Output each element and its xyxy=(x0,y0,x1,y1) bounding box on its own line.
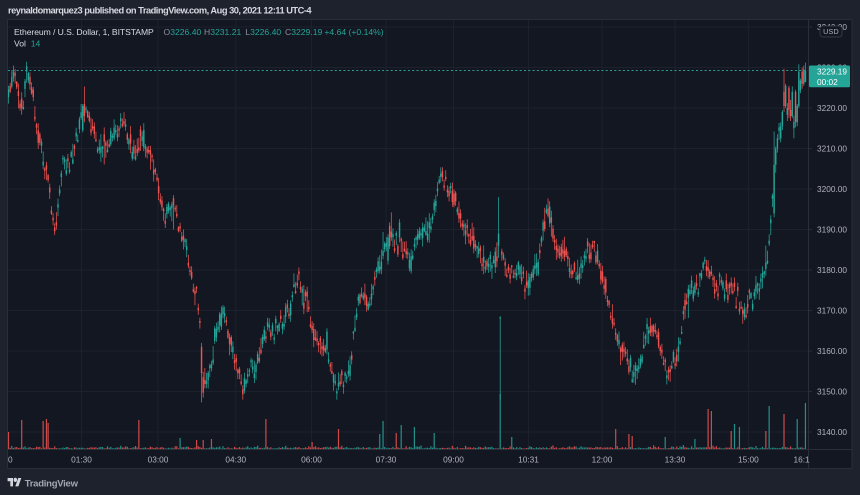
svg-text:13:30: 13:30 xyxy=(665,454,686,464)
svg-text:16:1: 16:1 xyxy=(794,454,811,464)
svg-text:+4.64 (+0.14%): +4.64 (+0.14%) xyxy=(324,27,383,37)
svg-text:C3229.19: C3229.19 xyxy=(285,27,323,37)
svg-text:3160.00: 3160.00 xyxy=(817,346,847,356)
svg-text:L3226.40: L3226.40 xyxy=(245,27,281,37)
svg-text:0: 0 xyxy=(8,454,13,464)
svg-text:H3231.21: H3231.21 xyxy=(204,27,242,37)
svg-text:01:30: 01:30 xyxy=(71,454,92,464)
svg-text:12:00: 12:00 xyxy=(592,454,613,464)
svg-text:3140.00: 3140.00 xyxy=(817,427,847,437)
svg-text:06:00: 06:00 xyxy=(301,454,322,464)
svg-text:14: 14 xyxy=(31,39,41,49)
svg-text:TradingView: TradingView xyxy=(25,478,79,489)
svg-text:3220.00: 3220.00 xyxy=(817,103,847,113)
svg-text:3170.00: 3170.00 xyxy=(817,305,847,315)
svg-text:07:30: 07:30 xyxy=(376,454,397,464)
svg-text:10:31: 10:31 xyxy=(518,454,539,464)
svg-text:15:00: 15:00 xyxy=(738,454,759,464)
svg-text:O3226.40: O3226.40 xyxy=(164,27,202,37)
svg-text:Vol: Vol xyxy=(14,39,26,49)
svg-text:03:00: 03:00 xyxy=(148,454,169,464)
svg-text:3190.00: 3190.00 xyxy=(817,224,847,234)
svg-text:USD: USD xyxy=(823,27,839,36)
svg-text:3150.00: 3150.00 xyxy=(817,386,847,396)
svg-text:00:02: 00:02 xyxy=(817,77,838,87)
svg-text:04:30: 04:30 xyxy=(225,454,246,464)
svg-text:reynaldomarquez3 published on: reynaldomarquez3 published on TradingVie… xyxy=(8,6,312,16)
svg-text:3200.00: 3200.00 xyxy=(817,184,847,194)
svg-text:09:00: 09:00 xyxy=(443,454,464,464)
svg-text:3210.00: 3210.00 xyxy=(817,143,847,153)
svg-text:3180.00: 3180.00 xyxy=(817,265,847,275)
svg-text:3229.19: 3229.19 xyxy=(817,67,847,77)
svg-text:Ethereum / U.S. Dollar, 1, BIT: Ethereum / U.S. Dollar, 1, BITSTAMP xyxy=(14,27,154,37)
